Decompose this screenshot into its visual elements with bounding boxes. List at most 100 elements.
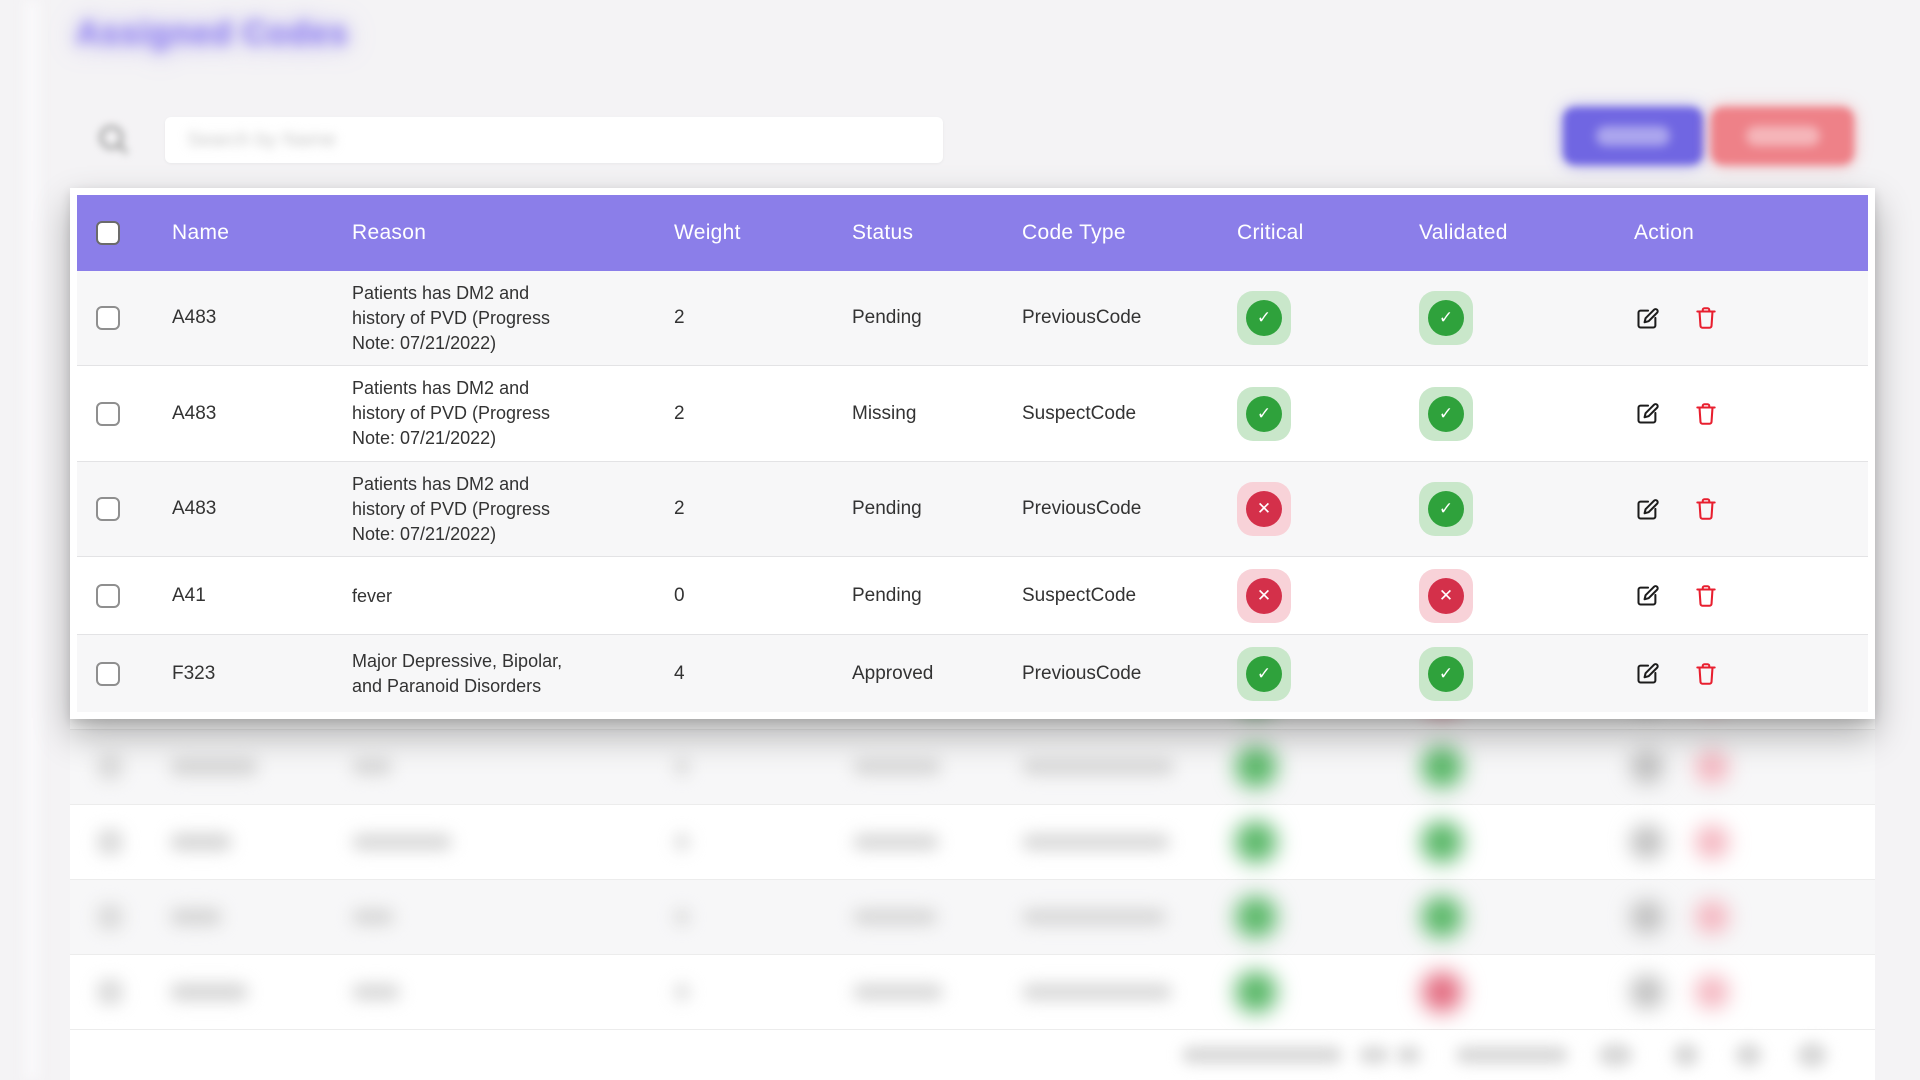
cell-code-type: SuspectCode [989, 403, 1204, 425]
blurred-critical-indicator [1233, 744, 1279, 790]
column-header-code-type: Code Type [989, 221, 1204, 245]
cell-status: Approved [819, 663, 989, 685]
trash-icon [1693, 583, 1719, 609]
table-row: F323 Major Depressive, Bipolar, and Para… [77, 635, 1868, 712]
cell-validated: ✕ [1386, 569, 1601, 623]
danger-action-button[interactable] [1711, 107, 1854, 165]
delete-button[interactable] [1693, 305, 1719, 331]
edit-button[interactable] [1634, 660, 1661, 687]
cell-name: A41 [139, 585, 319, 607]
cell-weight: 2 [641, 307, 819, 329]
edit-icon [1634, 305, 1661, 332]
delete-button[interactable] [1693, 496, 1719, 522]
validated-check-badge: ✓ [1419, 647, 1473, 701]
row-checkbox[interactable] [96, 662, 120, 686]
cell-action [1601, 582, 1868, 609]
cross-icon: ✕ [1246, 578, 1282, 614]
cell-status: Pending [819, 498, 989, 520]
delete-button[interactable] [1693, 401, 1719, 427]
page-title: Assigned Codes [76, 14, 349, 52]
cell-code-type: PreviousCode [989, 498, 1204, 520]
delete-button[interactable] [1693, 583, 1719, 609]
cell-name: A483 [139, 403, 319, 425]
validated-check-badge: ✓ [1419, 482, 1473, 536]
cross-icon: ✕ [1246, 491, 1282, 527]
edit-button[interactable] [1634, 582, 1661, 609]
blurred-checkbox [97, 979, 123, 1005]
column-header-reason: Reason [319, 221, 641, 245]
assigned-codes-table-dialog: Name Reason Weight Status Code Type Crit… [70, 188, 1875, 719]
row-checkbox[interactable] [96, 306, 120, 330]
blurred-prev-page-icon [1673, 1043, 1699, 1067]
cell-validated: ✓ [1386, 482, 1601, 536]
blurred-weight [675, 909, 689, 925]
blurred-checkbox [97, 829, 123, 855]
search-input[interactable]: Search by Name [165, 117, 943, 163]
critical-check-badge: ✓ [1237, 387, 1291, 441]
cell-critical: ✕ [1204, 482, 1386, 536]
cell-name: F323 [139, 663, 319, 685]
blurred-code-type [1022, 759, 1174, 775]
cell-critical: ✓ [1204, 647, 1386, 701]
cell-reason: Patients has DM2 and history of PVD (Pro… [319, 271, 641, 365]
primary-action-button[interactable] [1563, 107, 1703, 165]
background-table-row [70, 805, 1875, 880]
table-header-row: Name Reason Weight Status Code Type Crit… [77, 195, 1868, 271]
row-checkbox[interactable] [96, 584, 120, 608]
cell-critical: ✓ [1204, 387, 1386, 441]
check-icon: ✓ [1428, 396, 1464, 432]
edit-button[interactable] [1634, 496, 1661, 523]
blurred-edit-icon [1630, 750, 1664, 784]
column-header-validated: Validated [1386, 221, 1601, 245]
critical-cross-badge: ✕ [1237, 569, 1291, 623]
pagination-bar [70, 1030, 1875, 1080]
critical-check-badge: ✓ [1237, 291, 1291, 345]
blurred-weight [675, 759, 689, 775]
blurred-last-page-icon [1797, 1042, 1827, 1068]
critical-check-badge: ✓ [1237, 647, 1291, 701]
blurred-delete-icon [1695, 975, 1729, 1009]
column-header-critical: Critical [1204, 221, 1386, 245]
blurred-code-type [1022, 909, 1166, 925]
background-table-row [70, 730, 1875, 805]
row-checkbox[interactable] [96, 402, 120, 426]
cell-validated: ✓ [1386, 291, 1601, 345]
cell-code-type: PreviousCode [989, 663, 1204, 685]
blurred-reason [352, 759, 392, 775]
cell-action [1601, 400, 1868, 427]
page-left-edge [26, 0, 38, 1080]
edit-icon [1634, 582, 1661, 609]
blurred-edit-icon [1630, 900, 1664, 934]
cell-action [1601, 660, 1868, 687]
check-icon: ✓ [1246, 396, 1282, 432]
edit-button[interactable] [1634, 400, 1661, 427]
cell-action [1601, 305, 1868, 332]
blurred-rows-per-page-label [1182, 1046, 1342, 1064]
check-icon: ✓ [1428, 491, 1464, 527]
cell-critical: ✕ [1204, 569, 1386, 623]
edit-button[interactable] [1634, 305, 1661, 332]
cross-icon: ✕ [1428, 578, 1464, 614]
blurred-checkbox [97, 754, 123, 780]
blurred-status [853, 909, 937, 925]
header-select-cell [77, 221, 139, 245]
delete-button[interactable] [1693, 661, 1719, 687]
blurred-status [853, 759, 941, 775]
cell-status: Pending [819, 307, 989, 329]
blurred-code-type [1022, 834, 1170, 850]
blurred-rows-per-page-value [1359, 1046, 1389, 1064]
column-header-status: Status [819, 221, 989, 245]
edit-icon [1634, 660, 1661, 687]
background-table-row [70, 880, 1875, 955]
cell-weight: 2 [641, 403, 819, 425]
blurred-validated-indicator [1419, 744, 1465, 790]
table-row: A483 Patients has DM2 and history of PVD… [77, 271, 1868, 366]
blurred-next-page-icon [1735, 1043, 1762, 1067]
blurred-code-type [1022, 984, 1172, 1000]
cell-code-type: PreviousCode [989, 307, 1204, 329]
table-row: A483 Patients has DM2 and history of PVD… [77, 366, 1868, 461]
column-header-weight: Weight [641, 221, 819, 245]
select-all-checkbox[interactable] [96, 221, 120, 245]
row-checkbox[interactable] [96, 497, 120, 521]
blurred-delete-icon [1695, 900, 1729, 934]
